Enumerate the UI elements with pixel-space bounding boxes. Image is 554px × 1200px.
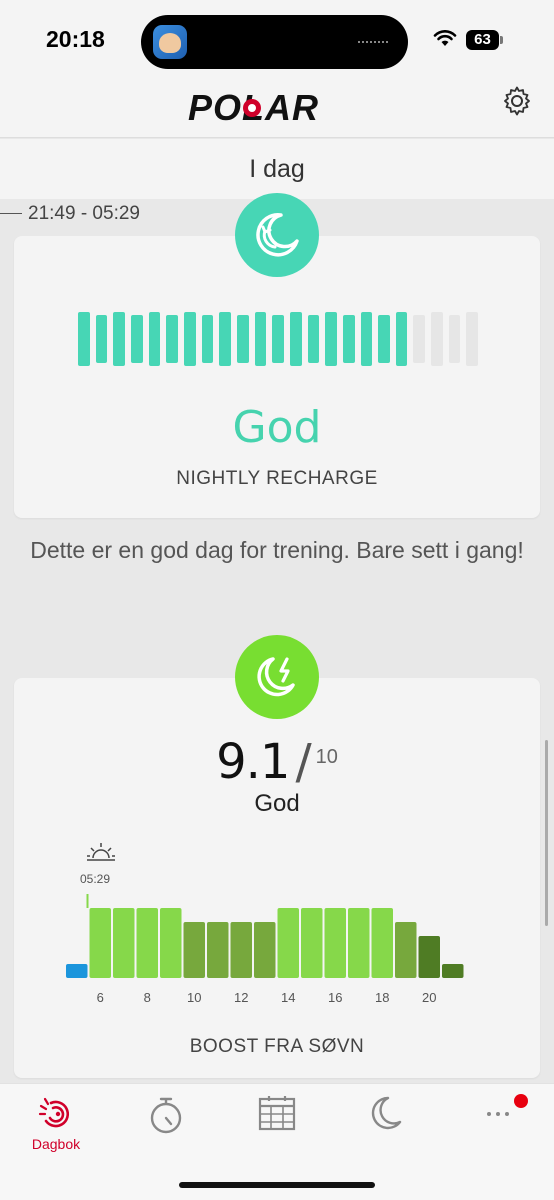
- recharge-bars: [78, 312, 479, 366]
- recharge-bar: [325, 312, 337, 366]
- battery-indicator: 63: [466, 30, 499, 50]
- boost-bar: [277, 908, 299, 978]
- boost-bar: [324, 908, 346, 978]
- recharge-bar: [95, 315, 108, 363]
- x-tick-label: 20: [422, 990, 436, 1002]
- sleep-boost-card[interactable]: 9.1/10 God 05:29 6 8 10 12 14 16 18 20 BOOST FR…: [14, 678, 540, 1078]
- boost-bar: [207, 922, 229, 978]
- x-tick-label: 16: [328, 990, 342, 1002]
- recharge-bar: [289, 312, 302, 366]
- x-tick-label: 12: [234, 990, 248, 1002]
- tab-training[interactable]: [126, 1094, 206, 1136]
- boost-bar: [254, 922, 276, 978]
- status-time: 20:18: [46, 26, 105, 52]
- stopwatch-icon: [150, 1097, 182, 1134]
- training-advice: Dette er en god dag for trening. Bare se…: [30, 537, 524, 563]
- boost-bar: [230, 922, 252, 978]
- home-indicator: [179, 1182, 375, 1188]
- scrollbar[interactable]: [545, 740, 548, 926]
- boost-bar: [89, 908, 111, 978]
- boost-bar: [136, 908, 158, 978]
- sleep-boost-icon: [257, 657, 295, 697]
- tab-diary-label: Dagbok: [31, 1136, 81, 1152]
- boost-bar: [113, 908, 135, 978]
- boost-bar: [301, 908, 323, 978]
- wifi-icon: [433, 30, 457, 46]
- recharge-status: God: [232, 402, 322, 453]
- recharge-bar: [166, 315, 178, 363]
- boost-score: 9.1/10: [14, 734, 540, 790]
- recharge-bar: [466, 312, 479, 366]
- recharge-bar: [219, 312, 231, 366]
- nightly-recharge-card[interactable]: God NIGHTLY RECHARGE: [14, 236, 540, 518]
- x-tick-label: 8: [144, 990, 151, 1002]
- boost-bar: [183, 922, 205, 978]
- app-thumbnail-icon: [153, 25, 187, 59]
- recharge-bar: [272, 315, 284, 363]
- recharge-bar: [113, 312, 125, 366]
- recharge-bar: [360, 312, 373, 366]
- boost-bar: [442, 964, 464, 978]
- recharge-bar: [413, 315, 426, 363]
- boost-bar: [395, 922, 417, 978]
- recharge-bar: [378, 315, 390, 363]
- notification-badge: [514, 1094, 528, 1108]
- recharge-bar: [342, 315, 355, 363]
- boost-chart: 6 8 10 12 14 16 18 20: [66, 894, 464, 1002]
- x-tick-label: 18: [375, 990, 389, 1002]
- boost-bar: [160, 908, 182, 978]
- boost-label: BOOST FRA SØVN: [189, 1036, 365, 1057]
- polar-logo: POLAR: [188, 90, 318, 126]
- app-header: POLAR: [0, 80, 554, 138]
- date-selector[interactable]: I dag: [0, 139, 554, 199]
- boost-bar: [418, 936, 440, 978]
- wake-time: 05:29: [80, 872, 111, 886]
- settings-gear-icon[interactable]: [502, 86, 532, 116]
- recharge-bar: [148, 312, 161, 366]
- recharge-bar: [201, 315, 214, 363]
- audio-wave-icon: [358, 41, 388, 43]
- boost-status: God: [254, 790, 300, 817]
- recharge-bar: [395, 312, 408, 366]
- recharge-bar: [254, 312, 267, 366]
- recharge-moon-icon: [256, 213, 299, 257]
- tab-sleep[interactable]: [345, 1094, 425, 1132]
- tab-diary[interactable]: Dagbok: [16, 1094, 96, 1152]
- recharge-bar: [130, 315, 143, 363]
- more-icon: [487, 1112, 509, 1116]
- status-bar: 20:18 63: [0, 0, 554, 80]
- moon-icon: [371, 1096, 402, 1130]
- dynamic-island[interactable]: [141, 15, 408, 69]
- boost-score-max: 10: [315, 746, 338, 768]
- boost-bar: [371, 908, 393, 978]
- recharge-bar: [307, 315, 320, 363]
- boost-badge: [235, 635, 319, 719]
- boost-score-separator: /: [295, 734, 312, 790]
- recharge-bar: [431, 312, 443, 366]
- tab-calendar[interactable]: [237, 1094, 317, 1132]
- sleep-timeline-line: [0, 213, 22, 214]
- boost-bar: [348, 908, 370, 978]
- recharge-label: NIGHTLY RECHARGE: [176, 468, 378, 489]
- x-tick-label: 10: [187, 990, 201, 1002]
- recharge-bar: [183, 312, 196, 366]
- date-label: I dag: [249, 155, 305, 183]
- calendar-icon: [258, 1096, 296, 1131]
- recharge-bar: [78, 312, 90, 366]
- battery-tip-icon: [500, 36, 503, 44]
- sleep-time-range: 21:49 - 05:29: [28, 203, 140, 224]
- x-tick-label: 14: [281, 990, 295, 1002]
- recharge-bar: [448, 315, 461, 363]
- boost-score-value: 9.1: [216, 734, 290, 790]
- boost-bar: [66, 964, 88, 978]
- recharge-bar: [236, 315, 249, 363]
- diary-icon: [38, 1097, 70, 1128]
- x-tick-label: 6: [97, 990, 104, 1002]
- sunrise-icon: [87, 843, 115, 861]
- recharge-badge: [235, 193, 319, 277]
